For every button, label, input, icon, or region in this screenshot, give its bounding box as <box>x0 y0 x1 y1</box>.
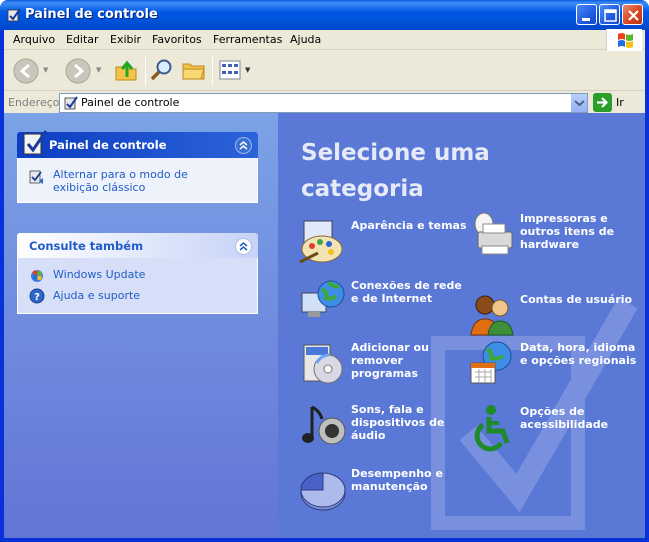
category-sounds[interactable]: Sons, fala e dispositivos de áudio <box>298 401 468 453</box>
collapse-button[interactable] <box>235 137 252 154</box>
users-icon <box>470 295 514 336</box>
control-panel-task-title: Painel de controle <box>49 138 167 152</box>
see-also-title: Consulte também <box>29 239 144 253</box>
accessibility-icon <box>474 405 510 452</box>
go-label: Ir <box>616 96 624 109</box>
printer-icon <box>474 212 513 255</box>
category-network[interactable]: Conexões de rede e de Internet <box>298 277 468 329</box>
category-date-time-regional[interactable]: Data, hora, idioma e opções regionais <box>467 339 637 391</box>
address-dropdown-button[interactable] <box>570 94 587 112</box>
windows-update-icon <box>31 270 43 282</box>
forward-dropdown-icon[interactable]: ▼ <box>96 66 101 74</box>
content-area: Painel de controle Alternar para o modo … <box>4 113 645 538</box>
category-label: Data, hora, idioma e opções regionais <box>520 341 637 367</box>
control-panel-task: Painel de controle Alternar para o modo … <box>17 130 258 203</box>
menu-ferramentas[interactable]: Ferramentas <box>213 33 282 46</box>
title-bar[interactable]: Painel de controle <box>0 0 649 30</box>
menu-bar: Arquivo Editar Exibir Favoritos Ferramen… <box>4 29 645 51</box>
window-title: Painel de controle <box>25 7 158 22</box>
category-performance[interactable]: Desempenho e manutenção <box>298 465 468 517</box>
category-printers[interactable]: Impressoras e outros itens de hardware <box>467 210 637 262</box>
menu-exibir[interactable]: Exibir <box>110 33 141 46</box>
close-icon <box>628 10 639 21</box>
help-icon: ? <box>29 288 45 304</box>
category-label: Desempenho e manutenção <box>351 467 443 493</box>
control-panel-icon <box>64 96 78 110</box>
category-accessibility[interactable]: Opções de acessibilidade <box>467 403 637 455</box>
address-value: Painel de controle <box>81 96 180 109</box>
maximize-button[interactable] <box>599 4 620 25</box>
back-dropdown-icon[interactable]: ▼ <box>43 66 48 74</box>
category-label: Contas de usuário <box>520 293 633 306</box>
category-label: Impressoras e outros itens de hardware <box>520 212 615 251</box>
windows-logo-icon <box>606 29 642 51</box>
category-label: Aparência e temas <box>351 219 467 232</box>
svg-text:?: ? <box>34 292 40 303</box>
task-pane: Painel de controle Alternar para o modo … <box>4 113 278 538</box>
network-icon <box>301 280 345 317</box>
chevron-down-icon <box>574 100 585 107</box>
views-icon[interactable] <box>218 59 242 81</box>
toolbar-separator <box>212 57 213 85</box>
category-user-accounts[interactable]: Contas de usuário <box>467 291 637 343</box>
control-panel-icon <box>23 130 48 155</box>
back-icon[interactable] <box>12 57 40 85</box>
toolbar-separator <box>145 57 146 85</box>
see-also-body <box>17 258 258 314</box>
category-view: Selecione uma categoria Aparência e tema… <box>278 113 645 538</box>
programs-icon <box>303 344 343 384</box>
windows-update-label: Windows Update <box>53 268 146 281</box>
forward-icon[interactable] <box>64 57 92 85</box>
search-icon[interactable] <box>149 57 175 83</box>
toolbar: ▼ ▼ ▼ <box>4 51 645 91</box>
category-label: Conexões de rede e de Internet <box>351 279 462 305</box>
address-field[interactable]: Painel de controle <box>59 93 588 113</box>
chevron-up-icon <box>239 242 248 251</box>
category-add-remove-programs[interactable]: Adicionar ou remover programas <box>298 339 468 391</box>
views-dropdown-icon[interactable]: ▼ <box>245 66 250 74</box>
control-panel-task-header[interactable]: Painel de controle <box>17 130 258 158</box>
address-bar: Endereço Painel de controle Ir <box>4 92 645 113</box>
category-label: Adicionar ou remover programas <box>351 341 429 380</box>
category-label: Opções de acessibilidade <box>520 405 609 431</box>
go-arrow-icon <box>593 93 612 112</box>
performance-icon <box>300 472 346 511</box>
see-also-header[interactable]: Consulte também <box>17 233 258 258</box>
address-label: Endereço <box>8 96 60 109</box>
switch-classic-view-link[interactable]: Alternar para o modo de exibição clássic… <box>53 168 233 194</box>
collapse-button[interactable] <box>235 238 252 255</box>
sound-icon <box>302 405 346 445</box>
category-label: Sons, fala e dispositivos de áudio <box>351 403 445 442</box>
menu-editar[interactable]: Editar <box>66 33 99 46</box>
calendar-globe-icon <box>470 341 512 384</box>
menu-ajuda[interactable]: Ajuda <box>290 33 321 46</box>
close-button[interactable] <box>622 4 643 25</box>
chevron-up-icon <box>239 141 248 150</box>
help-support-label: Ajuda e suporte <box>53 289 141 302</box>
category-appearance[interactable]: Aparência e temas <box>298 217 468 269</box>
minimize-icon <box>582 18 590 21</box>
minimize-button[interactable] <box>576 4 597 25</box>
folders-icon[interactable] <box>181 57 207 83</box>
page-title: Selecione uma categoria <box>301 140 490 202</box>
explorer-window: Painel de controle Arquivo Editar Exibir… <box>0 0 649 542</box>
see-also-task: Consulte também Windows Update ? Ajuda e… <box>17 233 258 314</box>
go-button[interactable]: Ir <box>593 93 639 112</box>
menu-arquivo[interactable]: Arquivo <box>13 33 55 46</box>
control-panel-icon <box>7 8 21 22</box>
up-folder-icon[interactable] <box>113 57 139 83</box>
maximize-icon <box>604 9 617 22</box>
appearance-icon <box>299 220 343 264</box>
window-frame: Arquivo Editar Exibir Favoritos Ferramen… <box>4 29 645 538</box>
menu-favoritos[interactable]: Favoritos <box>152 33 202 46</box>
classic-view-icon <box>29 170 43 184</box>
